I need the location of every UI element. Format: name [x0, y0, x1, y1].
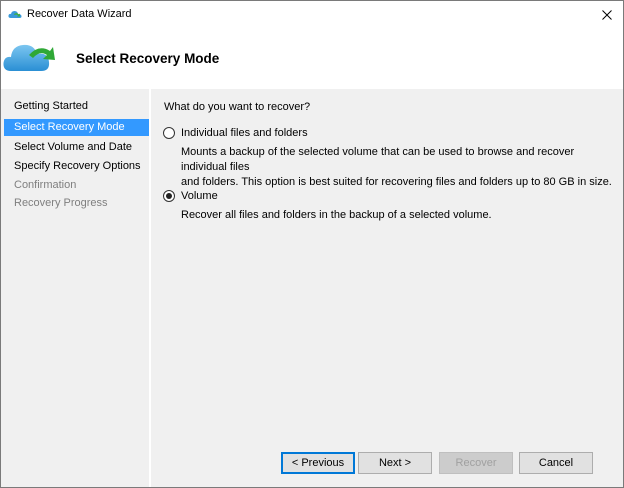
recovery-mode-panel: What do you want to recover? Individual …	[151, 89, 623, 437]
description-line: and folders. This option is best suited …	[181, 176, 612, 188]
question-label: What do you want to recover?	[164, 101, 311, 113]
page-title: Select Recovery Mode	[76, 51, 220, 66]
cloud-icon	[8, 11, 22, 18]
step-specify-recovery-options[interactable]: Specify Recovery Options	[4, 158, 149, 175]
step-select-volume-and-date[interactable]: Select Volume and Date	[4, 139, 149, 156]
recover-data-wizard-window: Recover Data Wizard Select Recovery Mode…	[0, 0, 624, 488]
step-getting-started[interactable]: Getting Started	[4, 98, 149, 115]
radio-unchecked[interactable]	[163, 127, 175, 139]
description-line: Recover all files and folders in the bac…	[181, 209, 492, 221]
step-confirmation: Confirmation	[14, 179, 77, 191]
recover-button: Recover	[439, 452, 513, 474]
next-button[interactable]: Next >	[358, 452, 432, 474]
wizard-header: Select Recovery Mode	[1, 28, 623, 89]
previous-button[interactable]: < Previous	[281, 452, 355, 474]
window-title: Recover Data Wizard	[27, 8, 132, 20]
radio-checked[interactable]	[163, 190, 175, 202]
individual-files-radio[interactable]: Individual files and folders	[163, 127, 308, 139]
individual-files-description: Mounts a backup of the selected volume t…	[181, 145, 616, 190]
volume-description: Recover all files and folders in the bac…	[181, 208, 616, 223]
step-select-recovery-mode[interactable]: Select Recovery Mode	[4, 119, 149, 136]
cancel-button[interactable]: Cancel	[519, 452, 593, 474]
step-recovery-progress: Recovery Progress	[14, 197, 108, 209]
radio-dot	[166, 193, 172, 199]
wizard-steps-sidebar: Getting Started Select Recovery Mode Sel…	[1, 89, 149, 487]
description-line: Mounts a backup of the selected volume t…	[181, 146, 575, 173]
cloud-recovery-icon	[3, 44, 55, 71]
individual-files-label[interactable]: Individual files and folders	[181, 127, 308, 139]
volume-radio[interactable]: Volume	[163, 190, 218, 202]
volume-label[interactable]: Volume	[181, 190, 218, 202]
wizard-footer: < Previous Next > Recover Cancel	[151, 437, 623, 487]
title-bar: Recover Data Wizard	[1, 1, 623, 28]
close-button[interactable]	[591, 1, 623, 28]
close-icon	[602, 9, 612, 20]
